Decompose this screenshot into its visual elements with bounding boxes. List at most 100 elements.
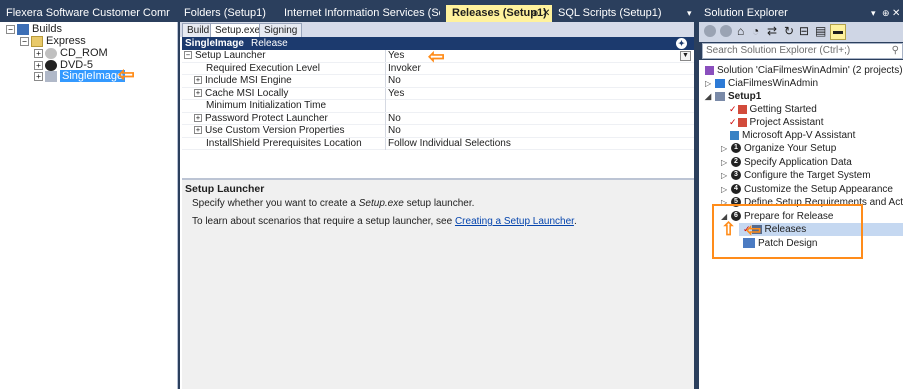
close-icon[interactable]: ✕ bbox=[892, 5, 900, 22]
property-row[interactable]: + Password Protect Launcher No bbox=[182, 112, 694, 125]
expand-icon[interactable]: ▷ bbox=[705, 77, 715, 90]
collapse-all-icon[interactable]: ⊟ bbox=[799, 24, 809, 38]
page-icon bbox=[737, 104, 747, 114]
back-icon[interactable] bbox=[704, 25, 716, 37]
document-tab-strip: Flexera Software Customer Comr Folders (… bbox=[0, 5, 697, 22]
refresh-icon[interactable]: ↻ bbox=[784, 24, 794, 38]
property-value[interactable]: No bbox=[388, 125, 401, 136]
pin-icon[interactable]: ⊕ bbox=[531, 5, 539, 22]
expand-icon[interactable]: + bbox=[194, 126, 202, 135]
tree-label-selected: SingleImage bbox=[60, 70, 126, 82]
property-name: Include MSI Engine bbox=[205, 75, 292, 86]
expand-icon[interactable]: ▷ bbox=[721, 142, 731, 155]
tree-label: CiaFilmesWinAdmin bbox=[728, 78, 819, 89]
tree-item-project-setup1[interactable]: ◢ Setup1 bbox=[705, 90, 761, 103]
tree-item-project-assistant[interactable]: ✓ Project Assistant bbox=[729, 116, 823, 129]
chevron-down-icon[interactable]: ▾ bbox=[871, 5, 876, 22]
history-icon[interactable]: ◔ bbox=[752, 24, 759, 38]
tree-label: Specify Application Data bbox=[744, 156, 852, 168]
solution-search-input[interactable]: Search Solution Explorer (Ctrl+;) ⚲ bbox=[702, 43, 903, 59]
forward-icon[interactable] bbox=[720, 25, 732, 37]
expand-icon[interactable]: + bbox=[34, 71, 43, 81]
page-icon bbox=[737, 117, 747, 127]
collapse-icon[interactable]: − bbox=[20, 36, 29, 46]
tree-item-singleimage[interactable]: + SingleImage bbox=[34, 69, 126, 83]
singleimage-icon bbox=[45, 70, 57, 82]
tree-label: Customize the Setup Appearance bbox=[744, 183, 893, 195]
cd-icon bbox=[45, 47, 57, 59]
tab-flexera[interactable]: Flexera Software Customer Comr bbox=[0, 5, 176, 22]
folder-icon bbox=[31, 35, 43, 47]
search-icon[interactable]: ⚲ bbox=[892, 44, 899, 58]
expand-icon[interactable]: + bbox=[34, 48, 43, 58]
subtab-signing[interactable]: Signing bbox=[259, 23, 303, 37]
tree-item-appv-assistant[interactable]: Microsoft App-V Assistant bbox=[729, 129, 855, 142]
tree-item-organize[interactable]: ▷ 1 Organize Your Setup bbox=[721, 142, 836, 155]
property-value[interactable]: Invoker bbox=[388, 63, 421, 74]
property-name: Password Protect Launcher bbox=[205, 112, 328, 124]
pin-icon[interactable]: ⊕ bbox=[882, 5, 890, 22]
tree-item-app-data[interactable]: ▷ 2 Specify Application Data bbox=[721, 156, 852, 169]
annotation-arrow-left: ⇦ bbox=[428, 46, 445, 68]
description-text: To learn about scenarios that require a … bbox=[192, 216, 453, 227]
tree-item-solution[interactable]: Solution 'CiaFilmesWinAdmin' (2 projects… bbox=[705, 64, 903, 77]
expand-icon[interactable]: + bbox=[194, 88, 202, 97]
property-value[interactable]: Yes bbox=[388, 88, 404, 99]
tab-folders[interactable]: Folders (Setup1) bbox=[178, 5, 276, 22]
home-icon[interactable]: ⌂ bbox=[737, 24, 744, 38]
property-row[interactable]: InstallShield Prerequisites Location Fol… bbox=[182, 137, 694, 150]
expand-icon[interactable]: ▷ bbox=[721, 169, 731, 182]
tree-label: Microsoft App-V Assistant bbox=[742, 130, 856, 141]
step-number-icon: 2 bbox=[731, 156, 741, 167]
collapse-icon[interactable]: ◢ bbox=[705, 90, 715, 103]
property-row[interactable]: + Cache MSI Locally Yes bbox=[182, 87, 694, 100]
tree-item-appearance[interactable]: ▷ 4 Customize the Setup Appearance bbox=[721, 183, 893, 196]
tree-item-project-ciafilmes[interactable]: ▷ CiaFilmesWinAdmin bbox=[705, 77, 818, 90]
property-value[interactable]: Yes bbox=[388, 50, 404, 61]
property-grid: − Setup Launcher Yes ▼ Required Execution… bbox=[182, 46, 694, 175]
tree-label: Project Assistant bbox=[749, 117, 824, 128]
solution-explorer-header: Solution Explorer ▾ ⊕ ✕ bbox=[699, 5, 903, 22]
help-link[interactable]: Creating a Setup Launcher bbox=[455, 216, 574, 227]
setup-project-icon bbox=[715, 91, 725, 101]
subtab-label: Setup.exe bbox=[215, 25, 261, 36]
expand-icon[interactable]: + bbox=[194, 76, 202, 85]
subtab-label: Build bbox=[187, 25, 210, 36]
grid-header-type: Release bbox=[251, 38, 288, 49]
property-value[interactable]: Follow Individual Selections bbox=[388, 138, 511, 149]
dropdown-arrow-icon[interactable]: ▼ bbox=[680, 51, 691, 61]
subtab-setup-exe[interactable]: Setup.exe bbox=[210, 23, 266, 37]
property-row[interactable]: + Use Custom Version Properties No bbox=[182, 125, 694, 138]
annotation-highlight-box bbox=[712, 204, 863, 259]
check-icon: ✓ bbox=[729, 104, 737, 114]
chevron-down-icon[interactable]: ▾ bbox=[687, 5, 692, 22]
show-all-files-icon[interactable]: ▤ bbox=[815, 24, 826, 38]
tree-item-getting-started[interactable]: ✓ Getting Started bbox=[729, 103, 817, 116]
tab-sql-scripts[interactable]: SQL Scripts (Setup1) bbox=[552, 5, 684, 22]
property-value[interactable]: No bbox=[388, 75, 401, 86]
property-name: Minimum Initialization Time bbox=[206, 100, 327, 111]
check-icon: ✓ bbox=[729, 117, 737, 127]
expand-icon[interactable]: ▷ bbox=[721, 156, 731, 169]
property-row[interactable]: Minimum Initialization Time bbox=[182, 100, 694, 113]
close-icon[interactable]: ✕ bbox=[542, 5, 550, 22]
step-number-icon: 3 bbox=[731, 170, 741, 181]
subtab-label: Signing bbox=[264, 25, 298, 36]
description-text: Specify whether you want to create a bbox=[192, 198, 356, 209]
collapse-icon[interactable]: − bbox=[6, 24, 15, 34]
tree-item-target-system[interactable]: ▷ 3 Configure the Target System bbox=[721, 169, 871, 182]
step-number-icon: 1 bbox=[731, 143, 741, 154]
properties-icon[interactable]: ▬ bbox=[830, 24, 846, 40]
property-value[interactable]: No bbox=[388, 113, 401, 124]
expand-all-icon[interactable]: ✦ bbox=[676, 38, 687, 49]
property-row[interactable]: + Include MSI Engine No bbox=[182, 75, 694, 88]
sync-icon[interactable]: ⇄ bbox=[767, 24, 777, 38]
tab-label: Flexera Software Customer Comr bbox=[6, 7, 170, 19]
tree-label: Organize Your Setup bbox=[744, 143, 837, 154]
collapse-icon[interactable]: − bbox=[184, 51, 192, 60]
tab-iis[interactable]: Internet Information Services (Set bbox=[278, 5, 440, 22]
builds-icon bbox=[17, 23, 29, 35]
expand-icon[interactable]: + bbox=[194, 113, 202, 122]
description-italic-text: Setup.exe bbox=[358, 198, 404, 209]
expand-icon[interactable]: ▷ bbox=[721, 183, 731, 196]
